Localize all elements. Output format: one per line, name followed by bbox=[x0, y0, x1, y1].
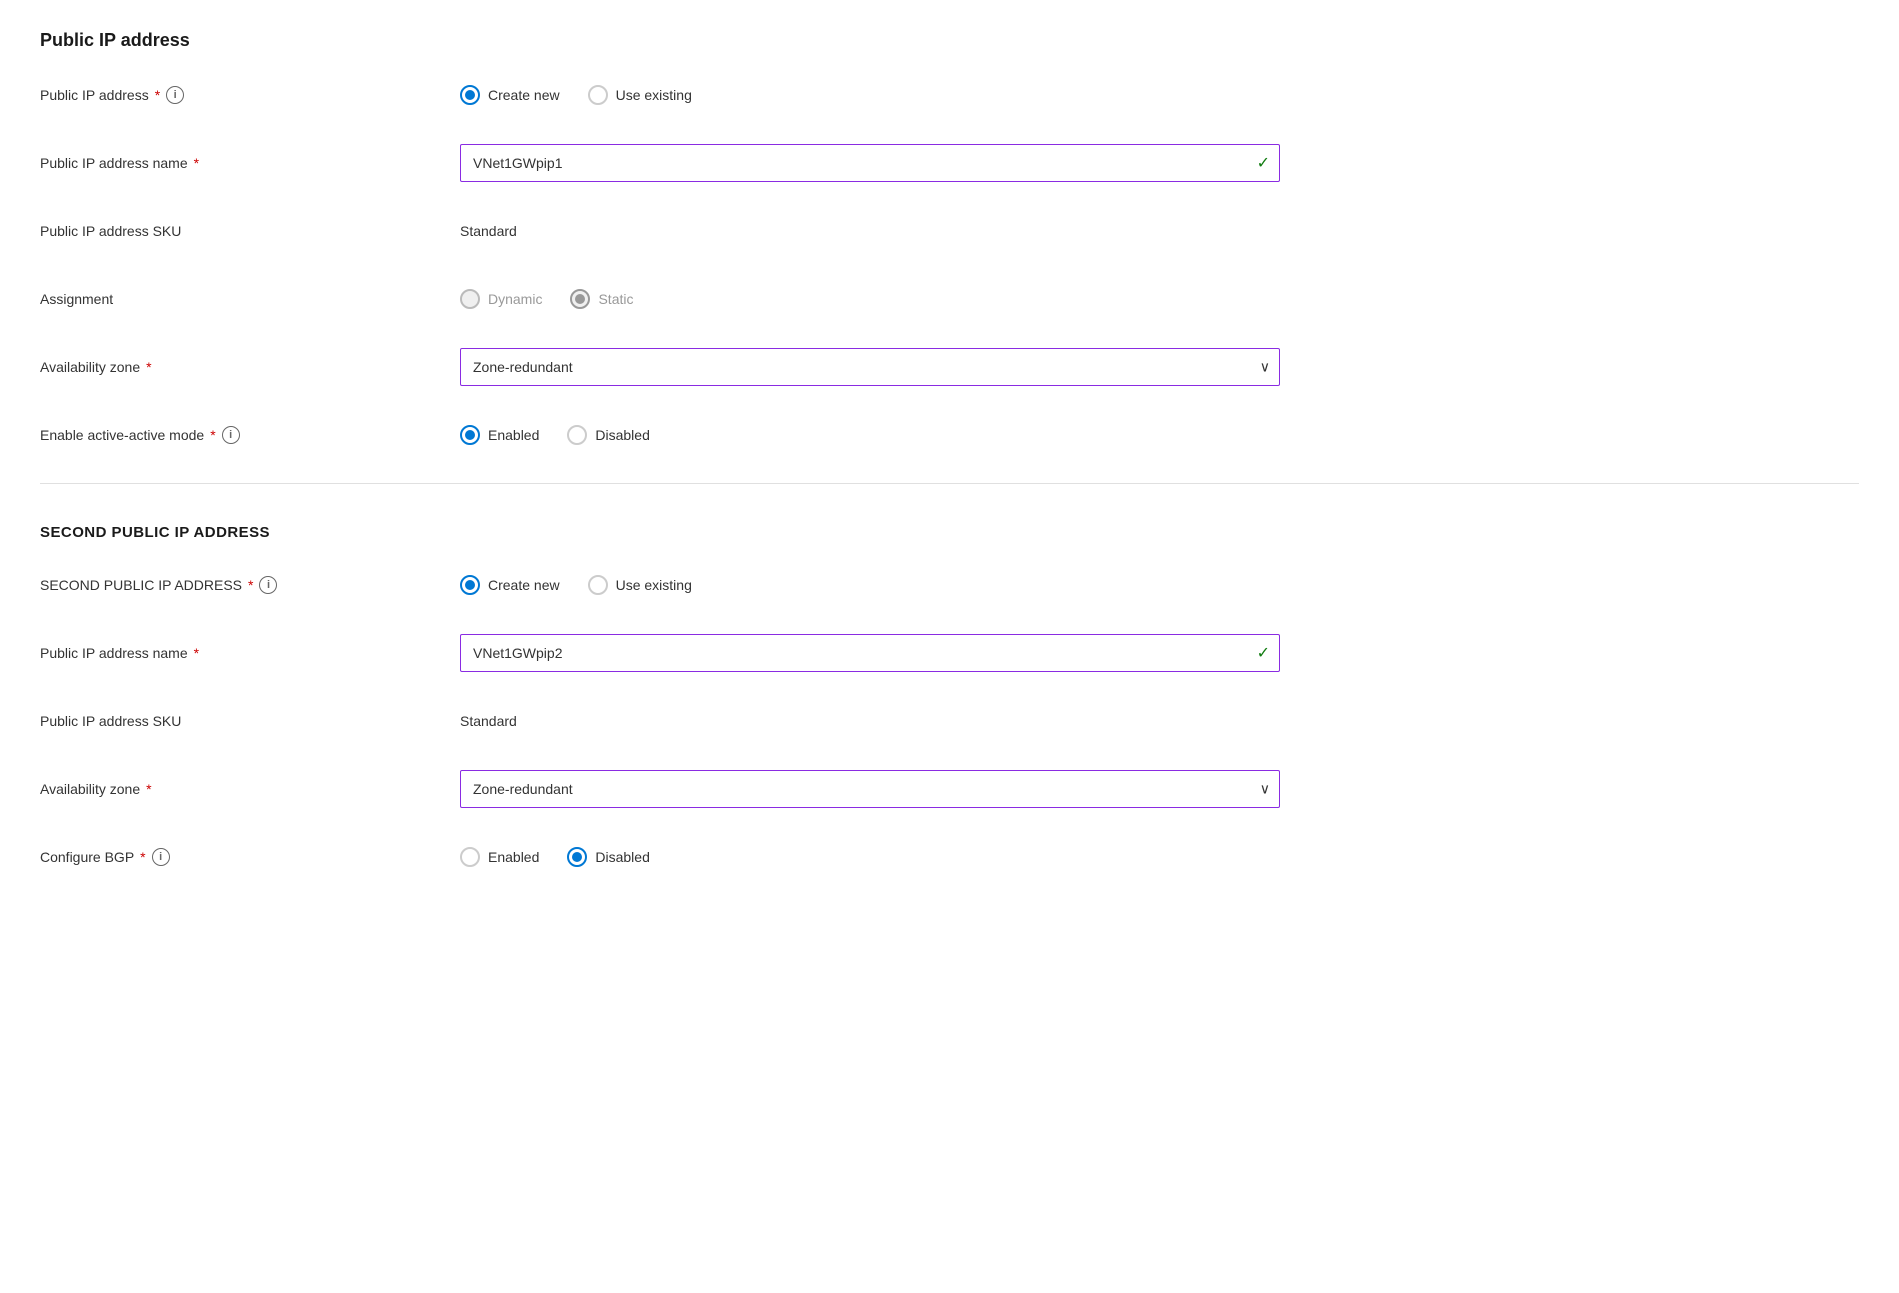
public-ip-radio-group: Create new Use existing bbox=[460, 85, 1280, 105]
assignment-row: Assignment Dynamic Static bbox=[40, 279, 1859, 319]
public-ip-address-row: Public IP address * i Create new Use exi… bbox=[40, 75, 1859, 115]
section-public-ip: Public IP address Public IP address * i … bbox=[40, 30, 1859, 455]
second-public-ip-name-control: ✓ bbox=[460, 634, 1280, 672]
public-ip-name-row: Public IP address name * ✓ bbox=[40, 143, 1859, 183]
bgp-enabled-option[interactable]: Enabled bbox=[460, 847, 539, 867]
bgp-disabled-label: Disabled bbox=[595, 849, 649, 865]
s2-create-new-option[interactable]: Create new bbox=[460, 575, 560, 595]
use-existing-radio[interactable] bbox=[588, 85, 608, 105]
section-title: Public IP address bbox=[40, 30, 1859, 51]
second-public-ip-sku-label: Public IP address SKU bbox=[40, 713, 460, 729]
section-second-public-ip: SECOND PUBLIC IP ADDRESS SECOND PUBLIC I… bbox=[40, 524, 1859, 877]
use-existing-label: Use existing bbox=[616, 87, 692, 103]
assignment-radio-group: Dynamic Static bbox=[460, 289, 1280, 309]
aa-enabled-radio[interactable] bbox=[460, 425, 480, 445]
second-public-ip-radio-group: Create new Use existing bbox=[460, 575, 1280, 595]
public-ip-sku-label: Public IP address SKU bbox=[40, 223, 460, 239]
second-availability-zone-label: Availability zone * bbox=[40, 781, 460, 797]
public-ip-sku-row: Public IP address SKU Standard bbox=[40, 211, 1859, 251]
second-availability-zone-row: Availability zone * Zone-redundant 1 2 3… bbox=[40, 769, 1859, 809]
bgp-enabled-radio[interactable] bbox=[460, 847, 480, 867]
required-star-bgp: * bbox=[140, 849, 145, 865]
second-availability-zone-select-wrapper: Zone-redundant 1 2 3 No Zone ∨ bbox=[460, 770, 1280, 808]
required-star-aa: * bbox=[210, 427, 215, 443]
static-option[interactable]: Static bbox=[570, 289, 633, 309]
second-public-ip-name-label: Public IP address name * bbox=[40, 645, 460, 661]
availability-zone-row: Availability zone * Zone-redundant 1 2 3… bbox=[40, 347, 1859, 387]
public-ip-name-label: Public IP address name * bbox=[40, 155, 460, 171]
s2-create-new-radio[interactable] bbox=[460, 575, 480, 595]
static-label: Static bbox=[598, 291, 633, 307]
availability-zone-select-wrapper: Zone-redundant 1 2 3 No Zone ∨ bbox=[460, 348, 1280, 386]
required-star-saz: * bbox=[146, 781, 151, 797]
dynamic-radio[interactable] bbox=[460, 289, 480, 309]
availability-zone-label: Availability zone * bbox=[40, 359, 460, 375]
second-availability-zone-control: Zone-redundant 1 2 3 No Zone ∨ bbox=[460, 770, 1280, 808]
required-star-spiname: * bbox=[194, 645, 199, 661]
aa-enabled-label: Enabled bbox=[488, 427, 539, 443]
public-ip-name-input[interactable] bbox=[460, 144, 1280, 182]
static-radio[interactable] bbox=[570, 289, 590, 309]
required-star-spi: * bbox=[248, 577, 253, 593]
aa-disabled-radio[interactable] bbox=[567, 425, 587, 445]
second-public-ip-label: SECOND PUBLIC IP ADDRESS * i bbox=[40, 576, 460, 594]
use-existing-option[interactable]: Use existing bbox=[588, 85, 692, 105]
required-star: * bbox=[155, 87, 160, 103]
active-active-label: Enable active-active mode * i bbox=[40, 426, 460, 444]
configure-bgp-row: Configure BGP * i Enabled Disabled bbox=[40, 837, 1859, 877]
section-divider bbox=[40, 483, 1859, 484]
s2-create-new-label: Create new bbox=[488, 577, 560, 593]
s2-valid-check-icon: ✓ bbox=[1257, 643, 1270, 663]
dynamic-label: Dynamic bbox=[488, 291, 542, 307]
active-active-info-icon[interactable]: i bbox=[222, 426, 240, 444]
availability-zone-select[interactable]: Zone-redundant 1 2 3 No Zone bbox=[460, 348, 1280, 386]
required-star-name: * bbox=[194, 155, 199, 171]
public-ip-name-wrapper: ✓ bbox=[460, 144, 1280, 182]
aa-enabled-option[interactable]: Enabled bbox=[460, 425, 539, 445]
second-public-ip-name-row: Public IP address name * ✓ bbox=[40, 633, 1859, 673]
second-public-ip-name-input[interactable] bbox=[460, 634, 1280, 672]
s2-use-existing-radio[interactable] bbox=[588, 575, 608, 595]
public-ip-sku-value: Standard bbox=[460, 223, 1280, 239]
assignment-label: Assignment bbox=[40, 291, 460, 307]
public-ip-name-control: ✓ bbox=[460, 144, 1280, 182]
active-active-radio-group: Enabled Disabled bbox=[460, 425, 1280, 445]
active-active-row: Enable active-active mode * i Enabled Di… bbox=[40, 415, 1859, 455]
bgp-enabled-label: Enabled bbox=[488, 849, 539, 865]
second-public-ip-name-wrapper: ✓ bbox=[460, 634, 1280, 672]
aa-disabled-label: Disabled bbox=[595, 427, 649, 443]
required-star-az: * bbox=[146, 359, 151, 375]
bgp-disabled-radio[interactable] bbox=[567, 847, 587, 867]
second-public-ip-row: SECOND PUBLIC IP ADDRESS * i Create new … bbox=[40, 565, 1859, 605]
valid-check-icon: ✓ bbox=[1257, 153, 1270, 173]
dynamic-option[interactable]: Dynamic bbox=[460, 289, 542, 309]
aa-disabled-option[interactable]: Disabled bbox=[567, 425, 649, 445]
public-ip-info-icon[interactable]: i bbox=[166, 86, 184, 104]
s2-use-existing-option[interactable]: Use existing bbox=[588, 575, 692, 595]
second-public-ip-sku-value: Standard bbox=[460, 713, 1280, 729]
second-public-ip-info-icon[interactable]: i bbox=[259, 576, 277, 594]
availability-zone-control: Zone-redundant 1 2 3 No Zone ∨ bbox=[460, 348, 1280, 386]
public-ip-address-label: Public IP address * i bbox=[40, 86, 460, 104]
create-new-option[interactable]: Create new bbox=[460, 85, 560, 105]
bgp-info-icon[interactable]: i bbox=[152, 848, 170, 866]
create-new-label: Create new bbox=[488, 87, 560, 103]
bgp-disabled-option[interactable]: Disabled bbox=[567, 847, 649, 867]
second-availability-zone-select[interactable]: Zone-redundant 1 2 3 No Zone bbox=[460, 770, 1280, 808]
section2-title: SECOND PUBLIC IP ADDRESS bbox=[40, 524, 1859, 541]
configure-bgp-label: Configure BGP * i bbox=[40, 848, 460, 866]
s2-use-existing-label: Use existing bbox=[616, 577, 692, 593]
bgp-radio-group: Enabled Disabled bbox=[460, 847, 1280, 867]
second-public-ip-sku-row: Public IP address SKU Standard bbox=[40, 701, 1859, 741]
create-new-radio[interactable] bbox=[460, 85, 480, 105]
